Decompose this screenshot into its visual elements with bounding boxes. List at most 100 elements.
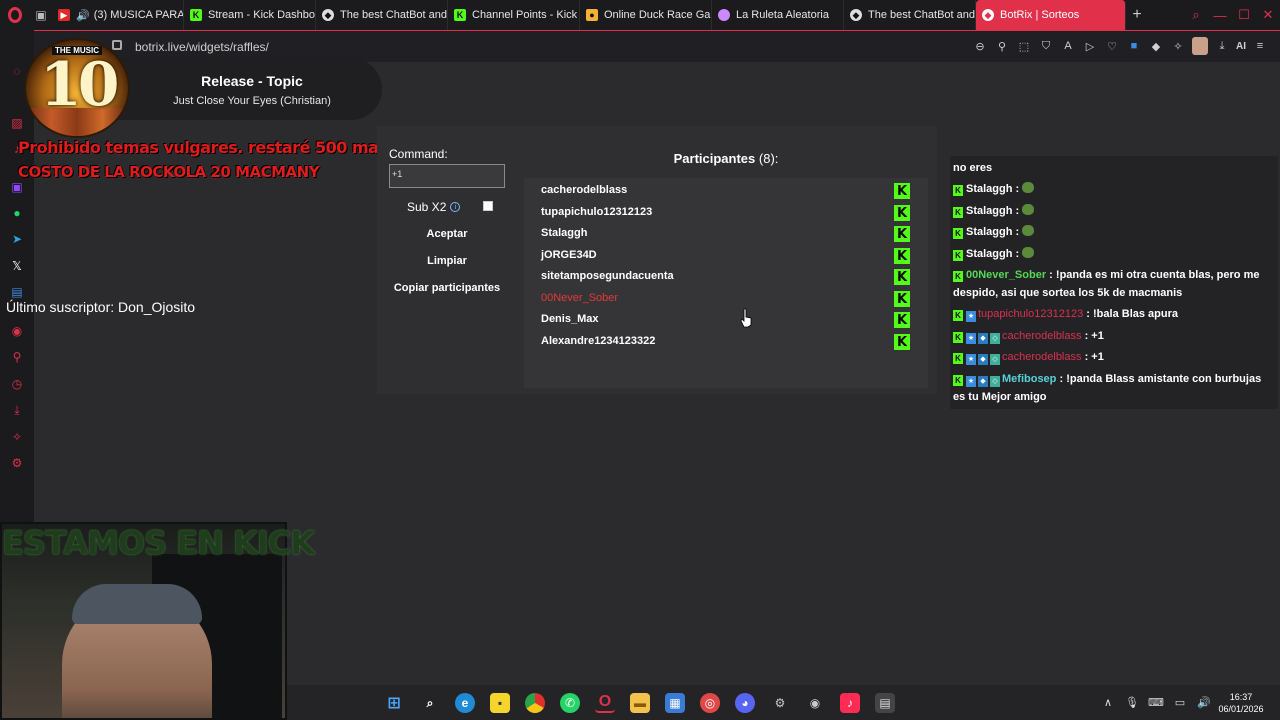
chat-username[interactable]: 00Never_Sober bbox=[966, 269, 1046, 281]
tab-botrix-sorteos[interactable]: ◆ BotRix | Sorteos bbox=[976, 0, 1126, 30]
chat-username[interactable]: Mefibosep bbox=[1002, 373, 1056, 385]
telegram-icon[interactable]: ➤ bbox=[8, 230, 26, 248]
tab-ruleta[interactable]: La Ruleta Aleatoria bbox=[712, 0, 844, 30]
og-badge-icon: ◇ bbox=[990, 376, 1000, 387]
start-icon[interactable]: ⊞ bbox=[384, 693, 404, 713]
tab-channel-points[interactable]: K Channel Points - Kick bbox=[448, 0, 580, 30]
chat-text: no eres bbox=[953, 162, 993, 174]
tab-chatbot-2[interactable]: ◆ The best ChatBot and bbox=[844, 0, 976, 30]
chat-username[interactable]: cacherodelblass bbox=[1002, 351, 1082, 363]
ai-button[interactable]: AI bbox=[1236, 37, 1246, 55]
pepe-emote-icon bbox=[1022, 247, 1035, 258]
chat-username[interactable]: Stalaggh bbox=[966, 226, 1012, 238]
tab-label: Stream - Kick Dashbo bbox=[208, 9, 315, 21]
og-badge-icon: ◇ bbox=[990, 333, 1000, 344]
file-explorer-icon[interactable]: ▬ bbox=[630, 693, 650, 713]
tab-label: Online Duck Race Ga bbox=[604, 9, 711, 21]
url-field[interactable]: botrix.live/widgets/raffles/ bbox=[135, 40, 269, 54]
download-icon[interactable]: ⤓ bbox=[1214, 37, 1230, 55]
kick-badge-icon: K bbox=[953, 250, 963, 261]
chrome-icon[interactable] bbox=[525, 693, 545, 713]
display-icon[interactable]: ▭ bbox=[1168, 696, 1192, 709]
puzzle-icon[interactable]: ✧ bbox=[1170, 37, 1186, 55]
minimize-icon[interactable]: — bbox=[1208, 8, 1232, 23]
chat-username[interactable]: Stalaggh bbox=[966, 205, 1012, 217]
sub-badge-icon: ★ bbox=[966, 311, 976, 322]
logo-number: 10 bbox=[40, 50, 119, 120]
chat-line: K ★ tupapichulo12312123 : !bala Blas apura bbox=[950, 302, 1278, 326]
snapshot-icon[interactable]: ⬚ bbox=[1016, 37, 1032, 55]
aria-icon[interactable]: ◌ bbox=[8, 62, 26, 80]
store-icon[interactable]: ▦ bbox=[665, 693, 685, 713]
keyboard-icon[interactable]: ⌨ bbox=[1144, 696, 1168, 709]
sub-x2-checkbox[interactable] bbox=[483, 201, 493, 211]
sticky-notes-icon[interactable]: ▪ bbox=[490, 693, 510, 713]
botrix-icon: ◆ bbox=[322, 9, 334, 21]
app-red-icon[interactable]: ◎ bbox=[700, 693, 720, 713]
gift-badge-icon: ◆ bbox=[978, 333, 988, 344]
extensions-icon[interactable]: ✧ bbox=[8, 428, 26, 446]
shield-icon[interactable]: ⛉ bbox=[1038, 37, 1054, 55]
extension-blue-icon[interactable]: ■ bbox=[1126, 37, 1142, 55]
edge-icon[interactable]: e bbox=[455, 693, 475, 713]
botrix-icon: ◆ bbox=[850, 9, 862, 21]
clock[interactable]: 16:37 06/01/2026 bbox=[1216, 691, 1266, 715]
workspaces-icon[interactable]: ▣ bbox=[30, 0, 52, 30]
chat-username[interactable]: cacherodelblass bbox=[1002, 330, 1082, 342]
search-icon[interactable]: ⌕ bbox=[1184, 7, 1208, 23]
player-icon[interactable]: ◉ bbox=[8, 322, 26, 340]
play-icon[interactable]: ▷ bbox=[1082, 37, 1098, 55]
volume-icon[interactable]: 🔊 bbox=[1192, 696, 1216, 709]
opera-logo-icon[interactable] bbox=[0, 0, 30, 30]
heart-icon[interactable]: ♡ bbox=[1104, 37, 1120, 55]
kick-badge-icon: K bbox=[894, 226, 910, 242]
window-controls: ⌕ — ☐ ✕ bbox=[1184, 0, 1280, 30]
pin-icon[interactable]: ⚲ bbox=[994, 37, 1010, 55]
translate-icon[interactable]: A bbox=[1060, 37, 1076, 55]
app-gray-icon[interactable]: ⚙ bbox=[770, 693, 790, 713]
tab-kick-dashboard[interactable]: K Stream - Kick Dashbo bbox=[184, 0, 316, 30]
chat-username[interactable]: Stalaggh bbox=[966, 248, 1012, 260]
tab-musica[interactable]: ▶ 🔊 (3) MUSICA PARA bbox=[52, 0, 184, 30]
list-item: cacherodelblass K bbox=[541, 181, 911, 201]
discord-icon[interactable]: ◕ bbox=[735, 693, 755, 713]
info-icon[interactable]: i bbox=[450, 202, 461, 212]
tiktok-icon[interactable]: ♪ bbox=[840, 693, 860, 713]
record-icon[interactable]: ◉ bbox=[805, 693, 825, 713]
sub-x2-label: Sub X2 bbox=[407, 200, 447, 214]
close-icon[interactable]: ✕ bbox=[1256, 7, 1280, 23]
kick-badge-icon: K bbox=[953, 228, 963, 239]
downloads-icon[interactable]: ⤓ bbox=[8, 401, 26, 419]
search-icon[interactable]: ⌕ bbox=[420, 693, 440, 713]
pepe-emote-icon bbox=[1022, 204, 1035, 215]
command-input[interactable]: +1 bbox=[389, 164, 505, 188]
new-tab-button[interactable]: + bbox=[1126, 6, 1148, 24]
history-icon[interactable]: ◷ bbox=[8, 375, 26, 393]
chat-line: K Stalaggh : bbox=[950, 220, 1278, 244]
profile-avatar[interactable] bbox=[1192, 37, 1208, 55]
clear-button[interactable]: Limpiar bbox=[389, 250, 505, 272]
list-item: sitetamposegundacuenta K bbox=[541, 267, 911, 287]
lock-icon[interactable] bbox=[112, 40, 122, 50]
chat-username[interactable]: tupapichulo12312123 bbox=[978, 308, 1083, 320]
extension-diamond-icon[interactable]: ◆ bbox=[1148, 37, 1164, 55]
app-misc-icon[interactable]: ▤ bbox=[875, 693, 895, 713]
chevron-up-icon[interactable]: ∧ bbox=[1096, 696, 1120, 709]
opera-icon[interactable]: O bbox=[595, 693, 615, 713]
flow-icon[interactable]: ▨ bbox=[8, 114, 26, 132]
menu-icon[interactable]: ≡ bbox=[1252, 37, 1268, 55]
tab-chatbot-1[interactable]: ◆ The best ChatBot and bbox=[316, 0, 448, 30]
tab-duck-race[interactable]: ● Online Duck Race Ga bbox=[580, 0, 712, 30]
microphone-icon[interactable]: 🎙 bbox=[1120, 696, 1144, 709]
whatsapp-icon[interactable]: ✆ bbox=[560, 693, 580, 713]
chat-username[interactable]: Stalaggh bbox=[966, 183, 1012, 195]
maximize-icon[interactable]: ☐ bbox=[1232, 7, 1256, 23]
settings-gear-icon[interactable]: ⚙ bbox=[8, 454, 26, 472]
zoom-out-icon[interactable]: ⊖ bbox=[972, 37, 988, 55]
whatsapp-icon[interactable]: ● bbox=[8, 204, 26, 222]
toolbar-icons: ⊖ ⚲ ⬚ ⛉ A ▷ ♡ ■ ◆ ✧ ⤓ AI ≡ bbox=[972, 37, 1268, 55]
accept-button[interactable]: Aceptar bbox=[389, 223, 505, 245]
pin-sidebar-icon[interactable]: ⚲ bbox=[8, 348, 26, 366]
x-icon[interactable]: 𝕏 bbox=[8, 257, 26, 275]
copy-participants-button[interactable]: Copiar participantes bbox=[389, 277, 505, 299]
